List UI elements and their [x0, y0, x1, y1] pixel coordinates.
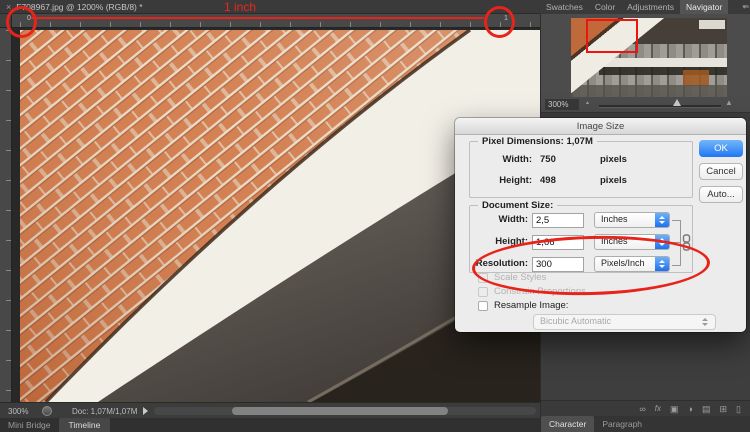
ruler-ticks [20, 22, 540, 27]
doc-width-input[interactable] [532, 213, 584, 228]
dropdown-stepper-icon [702, 318, 708, 321]
tab-timeline[interactable]: Timeline [59, 418, 111, 432]
thumbnail-top-sign [699, 20, 725, 29]
constrain-proportions-checkbox[interactable] [478, 287, 488, 297]
navigator-panel: 300% ▲ ▲ [541, 14, 750, 112]
status-zoom-field[interactable]: 300% [8, 407, 28, 416]
resample-image-checkbox[interactable] [478, 301, 488, 311]
annotation-inch-label: 1 inch [224, 0, 256, 14]
panel-bottom-icons: ∞ fx ▣ ◑ ▤ ⊞ ▯ [541, 400, 750, 416]
navigator-view-box[interactable] [586, 19, 638, 53]
auto-button[interactable]: Auto... [699, 186, 743, 203]
panel-tab-bar: Swatches Color Adjustments Navigator ▾≡ [540, 0, 750, 14]
tab-swatches[interactable]: Swatches [540, 0, 589, 14]
zoom-slider[interactable] [599, 105, 721, 108]
tab-color[interactable]: Color [589, 0, 621, 14]
dropdown-stepper-icon [655, 213, 669, 227]
thumbnail-floor [571, 85, 727, 97]
character-paragraph-tabs: Character Paragraph [541, 416, 750, 432]
document-size-info[interactable]: Doc: 1,07M/1,07M [72, 407, 137, 416]
dialog-title[interactable]: Image Size [455, 118, 746, 135]
panel-menu-icon[interactable]: ▾≡ [742, 3, 748, 11]
pixel-height-value: 498 [540, 175, 556, 186]
resample-method-dropdown[interactable]: Bicubic Automatic [533, 314, 716, 330]
pixel-height-label: Height: [470, 175, 532, 186]
pixel-height-unit: pixels [600, 175, 627, 186]
zoom-in-icon[interactable]: ▲ [725, 98, 733, 107]
thumbnail-sign-band [599, 58, 727, 67]
document-size-legend: Document Size: [478, 200, 557, 211]
document-tab[interactable]: × F708967.jpg @ 1200% (RGB/8) * [0, 0, 540, 14]
resample-image-label: Resample Image: [494, 300, 568, 311]
status-badge-icon [42, 406, 52, 416]
status-menu-arrow-icon[interactable] [143, 407, 148, 415]
document-tab-title: F708967.jpg @ 1200% (RGB/8) * [16, 2, 142, 12]
resample-image-row: Resample Image: [478, 300, 568, 311]
doc-width-unit-value: Inches [601, 214, 628, 224]
annotation-circle-zero [6, 6, 37, 38]
dropdown-stepper-icon [702, 323, 708, 326]
tab-adjustments[interactable]: Adjustments [621, 0, 680, 14]
ruler-ticks [6, 30, 11, 402]
pixel-width-label: Width: [470, 154, 532, 165]
tab-mini-bridge[interactable]: Mini Bridge [0, 418, 59, 432]
new-layer-icon[interactable]: ⊞ [720, 402, 728, 416]
navigator-zoom-field[interactable]: 300% [545, 99, 579, 110]
bottom-panel-tabs: Mini Bridge Timeline [0, 418, 540, 432]
tab-navigator[interactable]: Navigator [680, 0, 728, 14]
ok-button[interactable]: OK [699, 140, 743, 157]
annotation-circle-one [484, 6, 515, 38]
pixel-dimensions-legend: Pixel Dimensions: 1,07M [478, 136, 597, 147]
resample-method-value: Bicubic Automatic [540, 316, 611, 326]
status-bar: 300% Doc: 1,07M/1,07M [0, 402, 540, 418]
doc-width-unit-dropdown[interactable]: Inches [594, 212, 670, 228]
link-icon[interactable]: ∞ [639, 402, 645, 416]
image-size-dialog: Image Size Pixel Dimensions: 1,07M Width… [455, 118, 746, 332]
pixel-dimensions-group: Pixel Dimensions: 1,07M Width: 750 pixel… [469, 141, 693, 198]
tab-character[interactable]: Character [541, 416, 594, 432]
layer-group-icon[interactable]: ▤ [702, 402, 711, 416]
tab-paragraph[interactable]: Paragraph [594, 416, 650, 432]
zoom-slider-thumb[interactable] [673, 99, 681, 106]
pixel-width-unit: pixels [600, 154, 627, 165]
layer-mask-icon[interactable]: ▣ [670, 402, 679, 416]
annotation-inch-line [31, 17, 484, 19]
layer-effects-icon[interactable]: fx [655, 402, 661, 416]
zoom-out-icon[interactable]: ▲ [585, 100, 590, 106]
navigator-thumbnail[interactable] [571, 18, 727, 97]
doc-width-label: Width: [470, 214, 528, 225]
adjustment-layer-icon[interactable]: ◑ [688, 402, 693, 416]
delete-layer-icon[interactable]: ▯ [736, 402, 741, 416]
thumbnail-orange-display [683, 70, 709, 86]
cancel-button[interactable]: Cancel [699, 163, 743, 180]
photoshop-window: × F708967.jpg @ 1200% (RGB/8) * Swatches… [0, 0, 750, 432]
pixel-width-value: 750 [540, 154, 556, 165]
horizontal-scrollbar-thumb[interactable] [232, 407, 448, 415]
vertical-ruler[interactable] [0, 28, 12, 402]
horizontal-scrollbar[interactable] [154, 407, 536, 415]
